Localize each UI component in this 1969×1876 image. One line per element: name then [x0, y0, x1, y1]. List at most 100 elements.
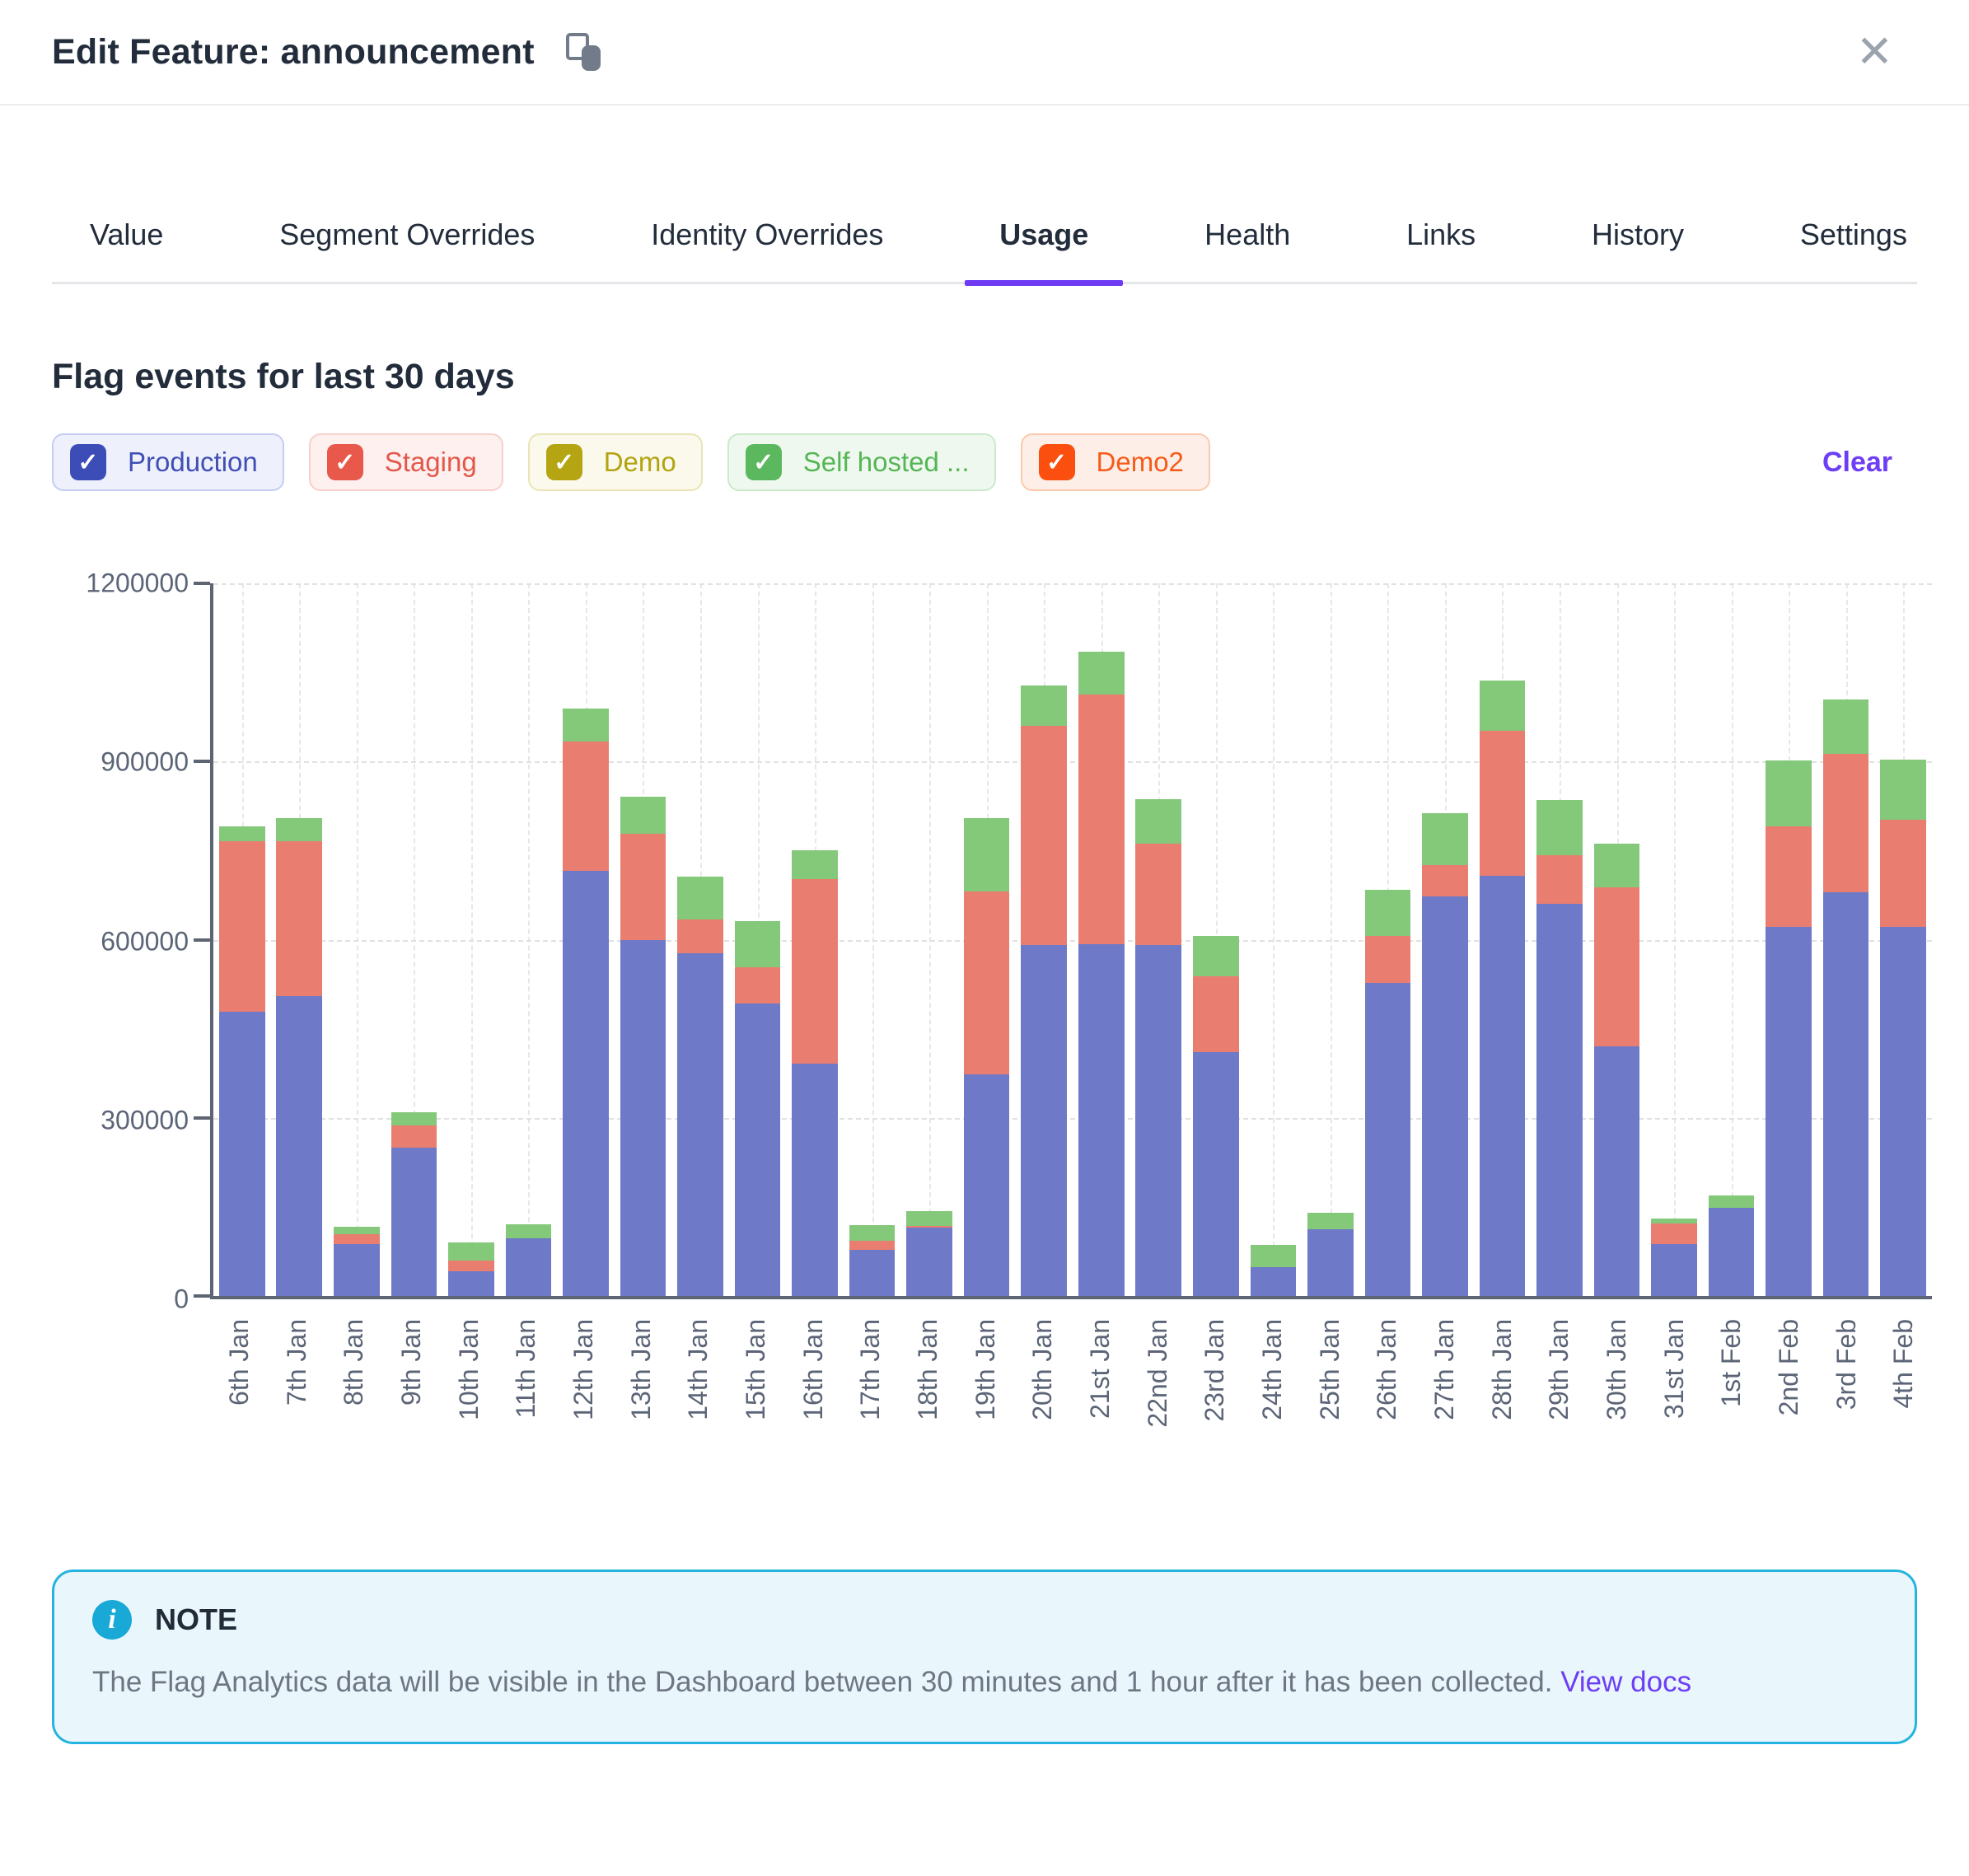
bar-segment-production[interactable]	[906, 1228, 952, 1296]
stacked-bar-8th-jan[interactable]	[334, 1227, 380, 1296]
filter-chip-production[interactable]: ✓Production	[52, 433, 284, 491]
bar-segment-staging[interactable]	[1135, 844, 1181, 945]
bar-segment-staging[interactable]	[1365, 936, 1411, 983]
bar-segment-production[interactable]	[219, 1012, 265, 1296]
bar-segment-self-hosted[interactable]	[1135, 799, 1181, 844]
filter-chip-demo[interactable]: ✓Demo	[528, 433, 703, 491]
close-button[interactable]: ✕	[1856, 30, 1893, 74]
bar-segment-production[interactable]	[735, 1003, 781, 1296]
bar-segment-self-hosted[interactable]	[1078, 652, 1125, 695]
bar-segment-staging[interactable]	[563, 742, 609, 871]
bar-segment-staging[interactable]	[1078, 695, 1125, 944]
filter-chip-staging[interactable]: ✓Staging	[309, 433, 503, 491]
bar-segment-staging[interactable]	[1193, 976, 1239, 1052]
stacked-bar-21st-jan[interactable]	[1078, 652, 1125, 1296]
stacked-bar-15th-jan[interactable]	[735, 921, 781, 1296]
bar-segment-production[interactable]	[1021, 945, 1067, 1296]
bar-segment-production[interactable]	[1480, 876, 1526, 1296]
stacked-bar-3rd-feb[interactable]	[1823, 699, 1869, 1296]
bar-segment-production[interactable]	[849, 1250, 896, 1296]
bar-segment-production[interactable]	[1709, 1208, 1755, 1296]
tab-usage[interactable]: Usage	[998, 218, 1090, 252]
tab-value[interactable]: Value	[88, 218, 165, 252]
tab-settings[interactable]: Settings	[1798, 218, 1909, 252]
bar-segment-self-hosted[interactable]	[620, 797, 666, 834]
bar-segment-staging[interactable]	[1021, 726, 1067, 945]
copy-icon[interactable]	[566, 33, 601, 71]
bar-segment-self-hosted[interactable]	[1193, 936, 1239, 976]
stacked-bar-31st-jan[interactable]	[1651, 1219, 1697, 1296]
bar-segment-self-hosted[interactable]	[1422, 813, 1468, 865]
bar-segment-production[interactable]	[1422, 896, 1468, 1296]
checkbox-checked-icon[interactable]: ✓	[70, 444, 106, 480]
checkbox-checked-icon[interactable]: ✓	[746, 444, 782, 480]
bar-segment-self-hosted[interactable]	[792, 850, 838, 879]
bar-segment-self-hosted[interactable]	[1709, 1195, 1755, 1208]
bar-segment-production[interactable]	[1193, 1052, 1239, 1296]
bar-segment-staging[interactable]	[1823, 754, 1869, 892]
stacked-bar-13th-jan[interactable]	[620, 797, 666, 1296]
tab-links[interactable]: Links	[1405, 218, 1477, 252]
clear-filters-link[interactable]: Clear	[1822, 447, 1892, 479]
stacked-bar-10th-jan[interactable]	[448, 1242, 494, 1296]
bar-segment-production[interactable]	[1251, 1267, 1297, 1296]
stacked-bar-1st-feb[interactable]	[1709, 1195, 1755, 1296]
bar-segment-self-hosted[interactable]	[334, 1227, 380, 1234]
bar-segment-staging[interactable]	[391, 1125, 437, 1148]
stacked-bar-16th-jan[interactable]	[792, 850, 838, 1296]
bar-segment-self-hosted[interactable]	[448, 1242, 494, 1261]
bar-segment-staging[interactable]	[1422, 865, 1468, 896]
bar-segment-self-hosted[interactable]	[1766, 760, 1812, 826]
stacked-bar-27th-jan[interactable]	[1422, 813, 1468, 1296]
bar-segment-staging[interactable]	[1594, 887, 1640, 1046]
bar-segment-self-hosted[interactable]	[1365, 890, 1411, 936]
checkbox-checked-icon[interactable]: ✓	[327, 444, 363, 480]
bar-segment-production[interactable]	[1651, 1244, 1697, 1296]
bar-segment-production[interactable]	[1365, 983, 1411, 1296]
bar-segment-staging[interactable]	[448, 1261, 494, 1271]
bar-segment-staging[interactable]	[620, 834, 666, 940]
bar-segment-self-hosted[interactable]	[849, 1225, 896, 1241]
stacked-bar-6th-jan[interactable]	[219, 826, 265, 1296]
bar-segment-production[interactable]	[276, 996, 322, 1296]
stacked-bar-11th-jan[interactable]	[506, 1224, 552, 1296]
bar-segment-staging[interactable]	[735, 967, 781, 1003]
stacked-bar-22nd-jan[interactable]	[1135, 799, 1181, 1296]
stacked-bar-12th-jan[interactable]	[563, 709, 609, 1296]
bar-segment-staging[interactable]	[1651, 1223, 1697, 1244]
bar-segment-self-hosted[interactable]	[391, 1112, 437, 1125]
bar-segment-self-hosted[interactable]	[964, 818, 1010, 891]
bar-segment-staging[interactable]	[964, 891, 1010, 1074]
bar-segment-staging[interactable]	[1766, 826, 1812, 927]
bar-segment-self-hosted[interactable]	[506, 1224, 552, 1238]
bar-segment-self-hosted[interactable]	[1021, 685, 1067, 726]
bar-segment-staging[interactable]	[1880, 820, 1926, 927]
bar-segment-self-hosted[interactable]	[735, 921, 781, 967]
bar-segment-production[interactable]	[1536, 904, 1583, 1296]
bar-segment-staging[interactable]	[677, 919, 723, 953]
stacked-bar-30th-jan[interactable]	[1594, 844, 1640, 1296]
bar-segment-self-hosted[interactable]	[563, 709, 609, 742]
stacked-bar-7th-jan[interactable]	[276, 818, 322, 1296]
stacked-bar-2nd-feb[interactable]	[1766, 760, 1812, 1296]
bar-segment-staging[interactable]	[1536, 855, 1583, 904]
stacked-bar-14th-jan[interactable]	[677, 877, 723, 1296]
stacked-bar-23rd-jan[interactable]	[1193, 936, 1239, 1296]
bar-segment-self-hosted[interactable]	[1480, 681, 1526, 731]
stacked-bar-4th-feb[interactable]	[1880, 760, 1926, 1296]
checkbox-checked-icon[interactable]: ✓	[546, 444, 582, 480]
bar-segment-production[interactable]	[964, 1074, 1010, 1296]
stacked-bar-29th-jan[interactable]	[1536, 800, 1583, 1296]
bar-segment-self-hosted[interactable]	[219, 826, 265, 841]
stacked-bar-24th-jan[interactable]	[1251, 1245, 1297, 1296]
tab-health[interactable]: Health	[1203, 218, 1292, 252]
stacked-bar-19th-jan[interactable]	[964, 818, 1010, 1296]
tab-identity-overrides[interactable]: Identity Overrides	[649, 218, 885, 252]
bar-segment-staging[interactable]	[334, 1234, 380, 1244]
bar-segment-self-hosted[interactable]	[1880, 760, 1926, 820]
stacked-bar-25th-jan[interactable]	[1307, 1213, 1354, 1296]
stacked-bar-17th-jan[interactable]	[849, 1225, 896, 1296]
bar-segment-staging[interactable]	[276, 841, 322, 996]
stacked-bar-18th-jan[interactable]	[906, 1211, 952, 1296]
bar-segment-production[interactable]	[1880, 927, 1926, 1296]
